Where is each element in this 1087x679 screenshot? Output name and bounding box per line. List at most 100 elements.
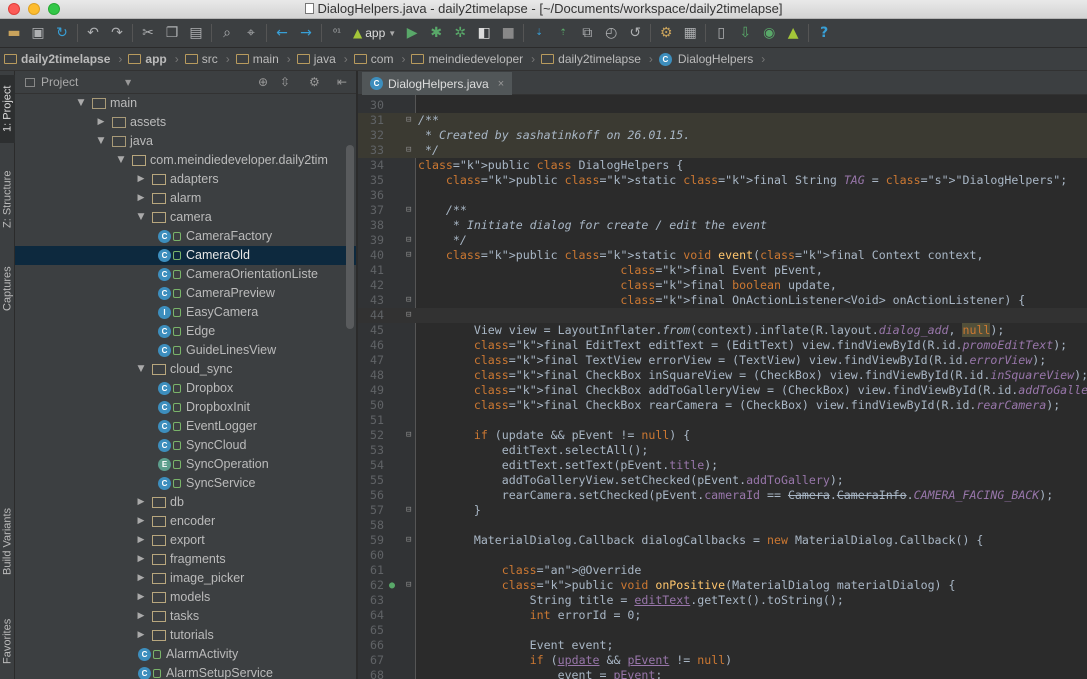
coverage-icon[interactable]: ◧ — [473, 22, 495, 44]
code-line[interactable]: 49 class="k">final CheckBox addToGallery… — [358, 383, 1087, 398]
fold-marker-icon[interactable]: ⊟ — [406, 203, 411, 218]
tree-node[interactable]: C CameraPreview — [15, 284, 356, 303]
code-line[interactable]: 52 ⊟ if (update && pEvent != null) { — [358, 428, 1087, 443]
code-line[interactable]: 43 ⊟ class="k">final OnActionListener<Voi… — [358, 293, 1087, 308]
tree-node[interactable]: C CameraOld — [15, 246, 356, 265]
run-icon[interactable]: ▶ — [401, 22, 423, 44]
project-view-select[interactable]: Project — [41, 75, 78, 89]
code-line[interactable]: 41 class="k">final Event pEvent, — [358, 263, 1087, 278]
favorites-tool-tab[interactable]: Favorites — [0, 603, 15, 679]
code-line[interactable]: 32 * Created by sashatinkoff on 26.01.15… — [358, 128, 1087, 143]
settings-icon[interactable]: ⚙ — [655, 22, 677, 44]
project-tree-scrollbar[interactable] — [346, 145, 354, 329]
code-line[interactable]: 48 class="k">final CheckBox inSquareView… — [358, 368, 1087, 383]
tree-node[interactable]: ▼ camera — [15, 208, 356, 227]
tree-node[interactable]: ▶ tasks — [15, 607, 356, 626]
fold-marker-icon[interactable]: ⊟ — [406, 428, 411, 443]
fold-marker-icon[interactable]: ⊟ — [406, 248, 411, 263]
make-project-icon[interactable]: ⁰¹ — [326, 22, 348, 44]
tree-node[interactable]: C AlarmSetupService — [15, 664, 356, 679]
tree-node[interactable]: C Edge — [15, 322, 356, 341]
chevron-right-icon[interactable]: ▶ — [135, 512, 147, 531]
chevron-right-icon[interactable]: ▶ — [135, 550, 147, 569]
breadcrumb-item[interactable]: main › — [235, 52, 291, 66]
code-line[interactable]: 61 class="an">@Override — [358, 563, 1087, 578]
chevron-right-icon[interactable]: ▶ — [135, 569, 147, 588]
tree-node[interactable]: C SyncCloud — [15, 436, 356, 455]
tree-node[interactable]: ▶ image_picker — [15, 569, 356, 588]
tree-node[interactable]: ▼ cloud_sync — [15, 360, 356, 379]
tree-node[interactable]: ▼ main — [15, 94, 356, 113]
code-line[interactable]: 59 ⊟ MaterialDialog.Callback dialogCallba… — [358, 533, 1087, 548]
close-tab-icon[interactable]: × — [498, 78, 504, 90]
minimize-window-button[interactable] — [28, 3, 40, 15]
code-line[interactable]: 62 ⊟ ● class="k">public void onPositive(Ma… — [358, 578, 1087, 593]
code-line[interactable]: 30 — [358, 98, 1087, 113]
code-line[interactable]: 64 int errorId = 0; — [358, 608, 1087, 623]
tree-node[interactable]: C AlarmActivity — [15, 645, 356, 664]
tree-node[interactable]: ▼ java — [15, 132, 356, 151]
redo-icon[interactable]: ↷ — [106, 22, 128, 44]
scroll-from-source-icon[interactable]: ⊕ — [258, 75, 268, 89]
tree-node[interactable]: C EventLogger — [15, 417, 356, 436]
breadcrumb-item[interactable]: com › — [353, 52, 405, 66]
tree-node[interactable]: ▶ adapters — [15, 170, 356, 189]
forward-icon[interactable]: → — [295, 22, 317, 44]
fold-marker-icon[interactable]: ⊟ — [406, 293, 411, 308]
code-line[interactable]: 51 — [358, 413, 1087, 428]
chevron-down-icon[interactable]: ▼ — [125, 78, 131, 87]
fold-marker-icon[interactable]: ⊟ — [406, 233, 411, 248]
attach-debugger-icon[interactable]: ✲ — [449, 22, 471, 44]
help-icon[interactable]: ? — [813, 22, 835, 44]
fold-marker-icon[interactable]: ⊟ — [406, 113, 411, 128]
breadcrumb-item[interactable]: java › — [296, 52, 348, 66]
vcs-update-icon[interactable]: ⇣ — [528, 22, 550, 44]
fold-marker-icon[interactable]: ⊟ — [406, 143, 411, 158]
code-line[interactable]: 55 addToGalleryView.setChecked(pEvent.ad… — [358, 473, 1087, 488]
replace-icon[interactable]: ⌖ — [240, 22, 262, 44]
tree-node[interactable]: ▶ encoder — [15, 512, 356, 531]
code-line[interactable]: 31 ⊟ /** — [358, 113, 1087, 128]
code-line[interactable]: 56 rearCamera.setChecked(pEvent.cameraId… — [358, 488, 1087, 503]
chevron-right-icon[interactable]: ▶ — [135, 189, 147, 208]
tree-node[interactable]: C GuideLinesView — [15, 341, 356, 360]
vcs-history-icon[interactable]: ◴ — [600, 22, 622, 44]
collapse-all-icon[interactable]: ⇳ — [280, 75, 290, 89]
chevron-right-icon[interactable]: ▶ — [135, 626, 147, 645]
breadcrumb-item[interactable]: app › — [128, 52, 179, 66]
tree-node[interactable]: I EasyCamera — [15, 303, 356, 322]
tree-node[interactable]: ▶ tutorials — [15, 626, 356, 645]
code-line[interactable]: 66 Event event; — [358, 638, 1087, 653]
hide-panel-icon[interactable]: ⇤ — [337, 75, 347, 89]
breadcrumb-item[interactable]: daily2timelapse › — [541, 52, 653, 66]
tree-node[interactable]: ▼ com.meindiedeveloper.daily2tim — [15, 151, 356, 170]
tree-node[interactable]: ▶ fragments — [15, 550, 356, 569]
fold-marker-icon[interactable]: ⊟ — [406, 308, 411, 323]
run-configuration-select[interactable]: ▲ app ▼ — [349, 23, 400, 43]
vcs-revert-icon[interactable]: ↺ — [624, 22, 646, 44]
undo-icon[interactable]: ↶ — [82, 22, 104, 44]
chevron-down-icon[interactable]: ▼ — [135, 208, 147, 227]
close-window-button[interactable] — [8, 3, 20, 15]
code-line[interactable]: 58 — [358, 518, 1087, 533]
project-tool-tab[interactable]: 1: Project — [0, 75, 15, 143]
chevron-down-icon[interactable]: ▼ — [115, 151, 127, 170]
tree-node[interactable]: C SyncService — [15, 474, 356, 493]
code-line[interactable]: 53 editText.selectAll(); — [358, 443, 1087, 458]
code-line[interactable]: 37 ⊟ /** — [358, 203, 1087, 218]
code-line[interactable]: 63 String title = editText.getText().toS… — [358, 593, 1087, 608]
chevron-right-icon[interactable]: ▶ — [135, 531, 147, 550]
find-icon[interactable]: ⌕ — [216, 22, 238, 44]
tree-node[interactable]: C Dropbox — [15, 379, 356, 398]
fold-marker-icon[interactable]: ⊟ — [406, 578, 411, 593]
zoom-window-button[interactable] — [48, 3, 60, 15]
sync-icon[interactable]: ↻ — [51, 22, 73, 44]
chevron-down-icon[interactable]: ▼ — [95, 132, 107, 151]
code-line[interactable]: 46 class="k">final EditText editText = (… — [358, 338, 1087, 353]
code-line[interactable]: 57 ⊟ } — [358, 503, 1087, 518]
code-line[interactable]: 44 ⊟ — [358, 308, 1087, 323]
code-line[interactable]: 42 class="k">final boolean update, — [358, 278, 1087, 293]
chevron-right-icon[interactable]: ▶ — [135, 607, 147, 626]
debug-icon[interactable]: ✱ — [425, 22, 447, 44]
fold-marker-icon[interactable]: ⊟ — [406, 533, 411, 548]
